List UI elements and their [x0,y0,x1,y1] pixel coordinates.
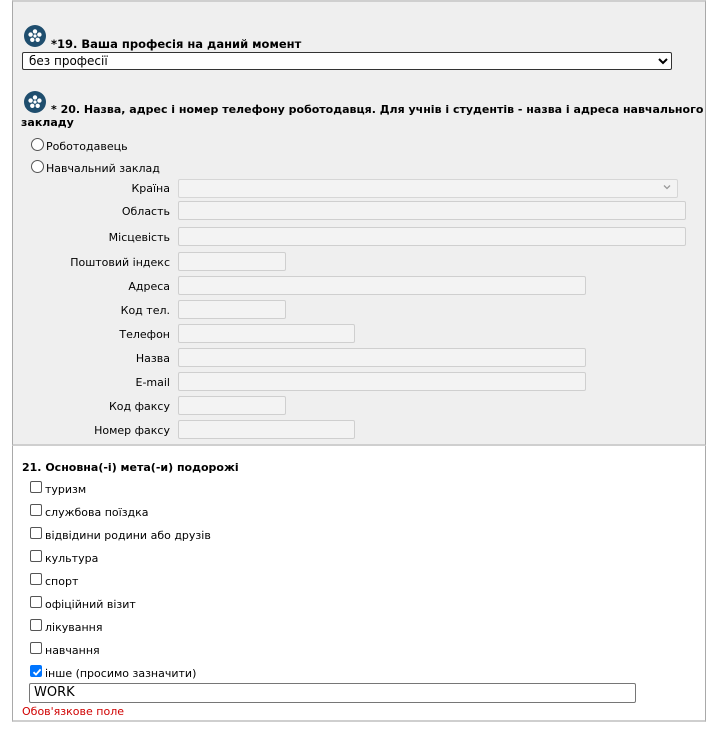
email-label: E-mail [135,376,171,389]
other-label: інше (просимо зазначити) [45,667,197,680]
sport-label: спорт [45,575,79,588]
culture-checkbox[interactable] [30,550,42,562]
phone-input[interactable] [178,324,355,343]
fax-code-input[interactable] [178,396,286,415]
other-purpose-input[interactable]: WORK [29,683,636,703]
region-label: Область [121,205,170,218]
tourism-checkbox[interactable] [30,481,42,493]
q20-title-line1: * 20. Назва, адрес і номер телефону робо… [51,103,704,116]
checkmark-icon [32,668,42,676]
profession-select[interactable]: без професії [22,52,672,70]
study-checkbox[interactable] [30,642,42,654]
q20-title-line2: закладу [21,116,74,129]
sport-checkbox[interactable] [30,573,42,585]
postcode-input[interactable] [178,252,286,271]
treatment-checkbox[interactable] [30,619,42,631]
employer-radio[interactable] [31,138,44,151]
q21-title: 21. Основна(-і) мета(-и) подорожі [22,461,239,474]
tourism-label: туризм [45,483,87,496]
visit-family-checkbox[interactable] [30,527,42,539]
treatment-label: лікування [45,621,103,634]
fax-code-label: Код факсу [109,400,170,413]
other-checkbox[interactable] [30,665,42,677]
employer-radio-label: Роботодавець [46,140,128,153]
study-label: навчання [45,644,100,657]
business-trip-checkbox[interactable] [30,504,42,516]
address-input[interactable] [178,276,586,295]
chevron-down-icon [663,185,671,190]
school-radio-label: Навчальний заклад [46,162,160,175]
fax-label: Номер факсу [94,424,170,437]
address-label: Адреса [128,280,170,293]
locality-input[interactable] [178,227,686,246]
phone-code-label: Код тел. [120,304,170,317]
official-visit-checkbox[interactable] [30,596,42,608]
region-input[interactable] [178,201,686,220]
school-radio[interactable] [31,160,44,173]
required-field-error: Обов'язкове поле [22,705,124,718]
phone-label: Телефон [119,328,170,341]
country-select[interactable] [178,179,678,198]
business-trip-label: службова поїздка [45,506,149,519]
postcode-label: Поштовий індекс [70,256,170,269]
phone-code-input[interactable] [178,300,286,319]
email-input[interactable] [178,372,586,391]
question-21-panel: 21. Основна(-і) мета(-и) подорожі туризм… [12,446,706,722]
questions-19-20-panel: *19. Ваша професія на даний момент без п… [12,0,706,446]
visit-family-label: відвідини родини або друзів [45,529,211,542]
asterisk-badge-icon [24,91,46,113]
fax-input[interactable] [178,420,355,439]
q19-title: *19. Ваша професія на даний момент [51,37,302,51]
country-label: Країна [131,182,170,195]
name-label: Назва [135,352,170,365]
locality-label: Місцевість [108,231,170,244]
name-input[interactable] [178,348,586,367]
culture-label: культура [45,552,99,565]
official-visit-label: офіційний візит [45,598,136,611]
asterisk-badge-icon [24,25,46,47]
